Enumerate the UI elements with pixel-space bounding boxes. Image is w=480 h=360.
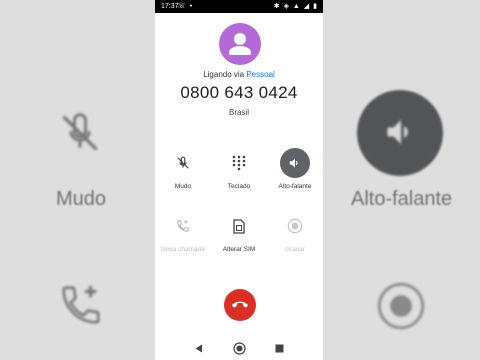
person-icon <box>229 33 251 55</box>
home-icon <box>232 341 246 355</box>
background-left-panel: Mudo <box>0 0 155 360</box>
phone-number: 0800 643 0424 <box>180 83 298 102</box>
background-right-panel: Alto-falante <box>325 0 480 360</box>
background-speaker-label: Alto-falante <box>351 188 453 210</box>
navigation-bar <box>155 336 323 360</box>
mute-label: Mudo <box>174 183 192 190</box>
record-button[interactable]: Gravar <box>267 211 323 253</box>
mic-off-icon <box>177 156 189 169</box>
calling-prefix: Ligando via <box>203 70 245 79</box>
record-label: Gravar <box>285 246 305 253</box>
change-sim-button[interactable]: Alterar SIM <box>211 211 267 253</box>
calling-via-label: Ligando via Pessoal <box>155 70 323 79</box>
back-icon <box>195 344 202 352</box>
calling-account-link[interactable]: Pessoal <box>246 70 274 79</box>
contact-avatar <box>219 23 261 65</box>
change-sim-label: Alterar SIM <box>222 246 256 253</box>
status-left-icons: ☏ • <box>177 3 194 10</box>
dialpad-label: Teclado <box>227 183 251 190</box>
status-right-icons: ✱ ◈ ▲ ◢ ▮ <box>273 3 318 10</box>
background-mute-label: Mudo <box>56 188 107 210</box>
speaker-label: Alto-falante <box>278 183 312 190</box>
end-call-button[interactable] <box>224 289 256 321</box>
speaker-icon <box>387 120 408 144</box>
add-call-button[interactable]: Nova chamada <box>155 211 211 253</box>
speaker-icon <box>289 158 298 168</box>
mute-button[interactable]: Mudo <box>155 148 211 190</box>
recents-button[interactable] <box>271 340 287 356</box>
speaker-button[interactable]: Alto-falante <box>267 148 323 190</box>
hang-up-icon <box>232 301 248 308</box>
mic-off-icon <box>62 113 98 151</box>
record-icon <box>377 282 425 330</box>
status-bar: 17:37 ☏ • ✱ ◈ ▲ ◢ ▮ <box>155 0 323 13</box>
home-button[interactable] <box>231 340 247 356</box>
dialpad-button[interactable]: Teclado <box>211 148 267 190</box>
record-icon <box>287 218 303 234</box>
status-time: 17:37 <box>161 3 179 10</box>
add-call-icon <box>62 285 100 324</box>
sim-card-icon <box>233 218 245 234</box>
add-call-label: Nova chamada <box>161 246 205 253</box>
country-label: Brasil <box>228 108 249 117</box>
recents-icon <box>275 344 283 352</box>
phone-screen: 17:37 ☏ • ✱ ◈ ▲ ◢ ▮ Ligando via Pessoal … <box>155 0 323 360</box>
dialpad-icon <box>232 155 246 171</box>
add-call-icon <box>177 220 189 232</box>
back-button[interactable] <box>191 340 207 356</box>
